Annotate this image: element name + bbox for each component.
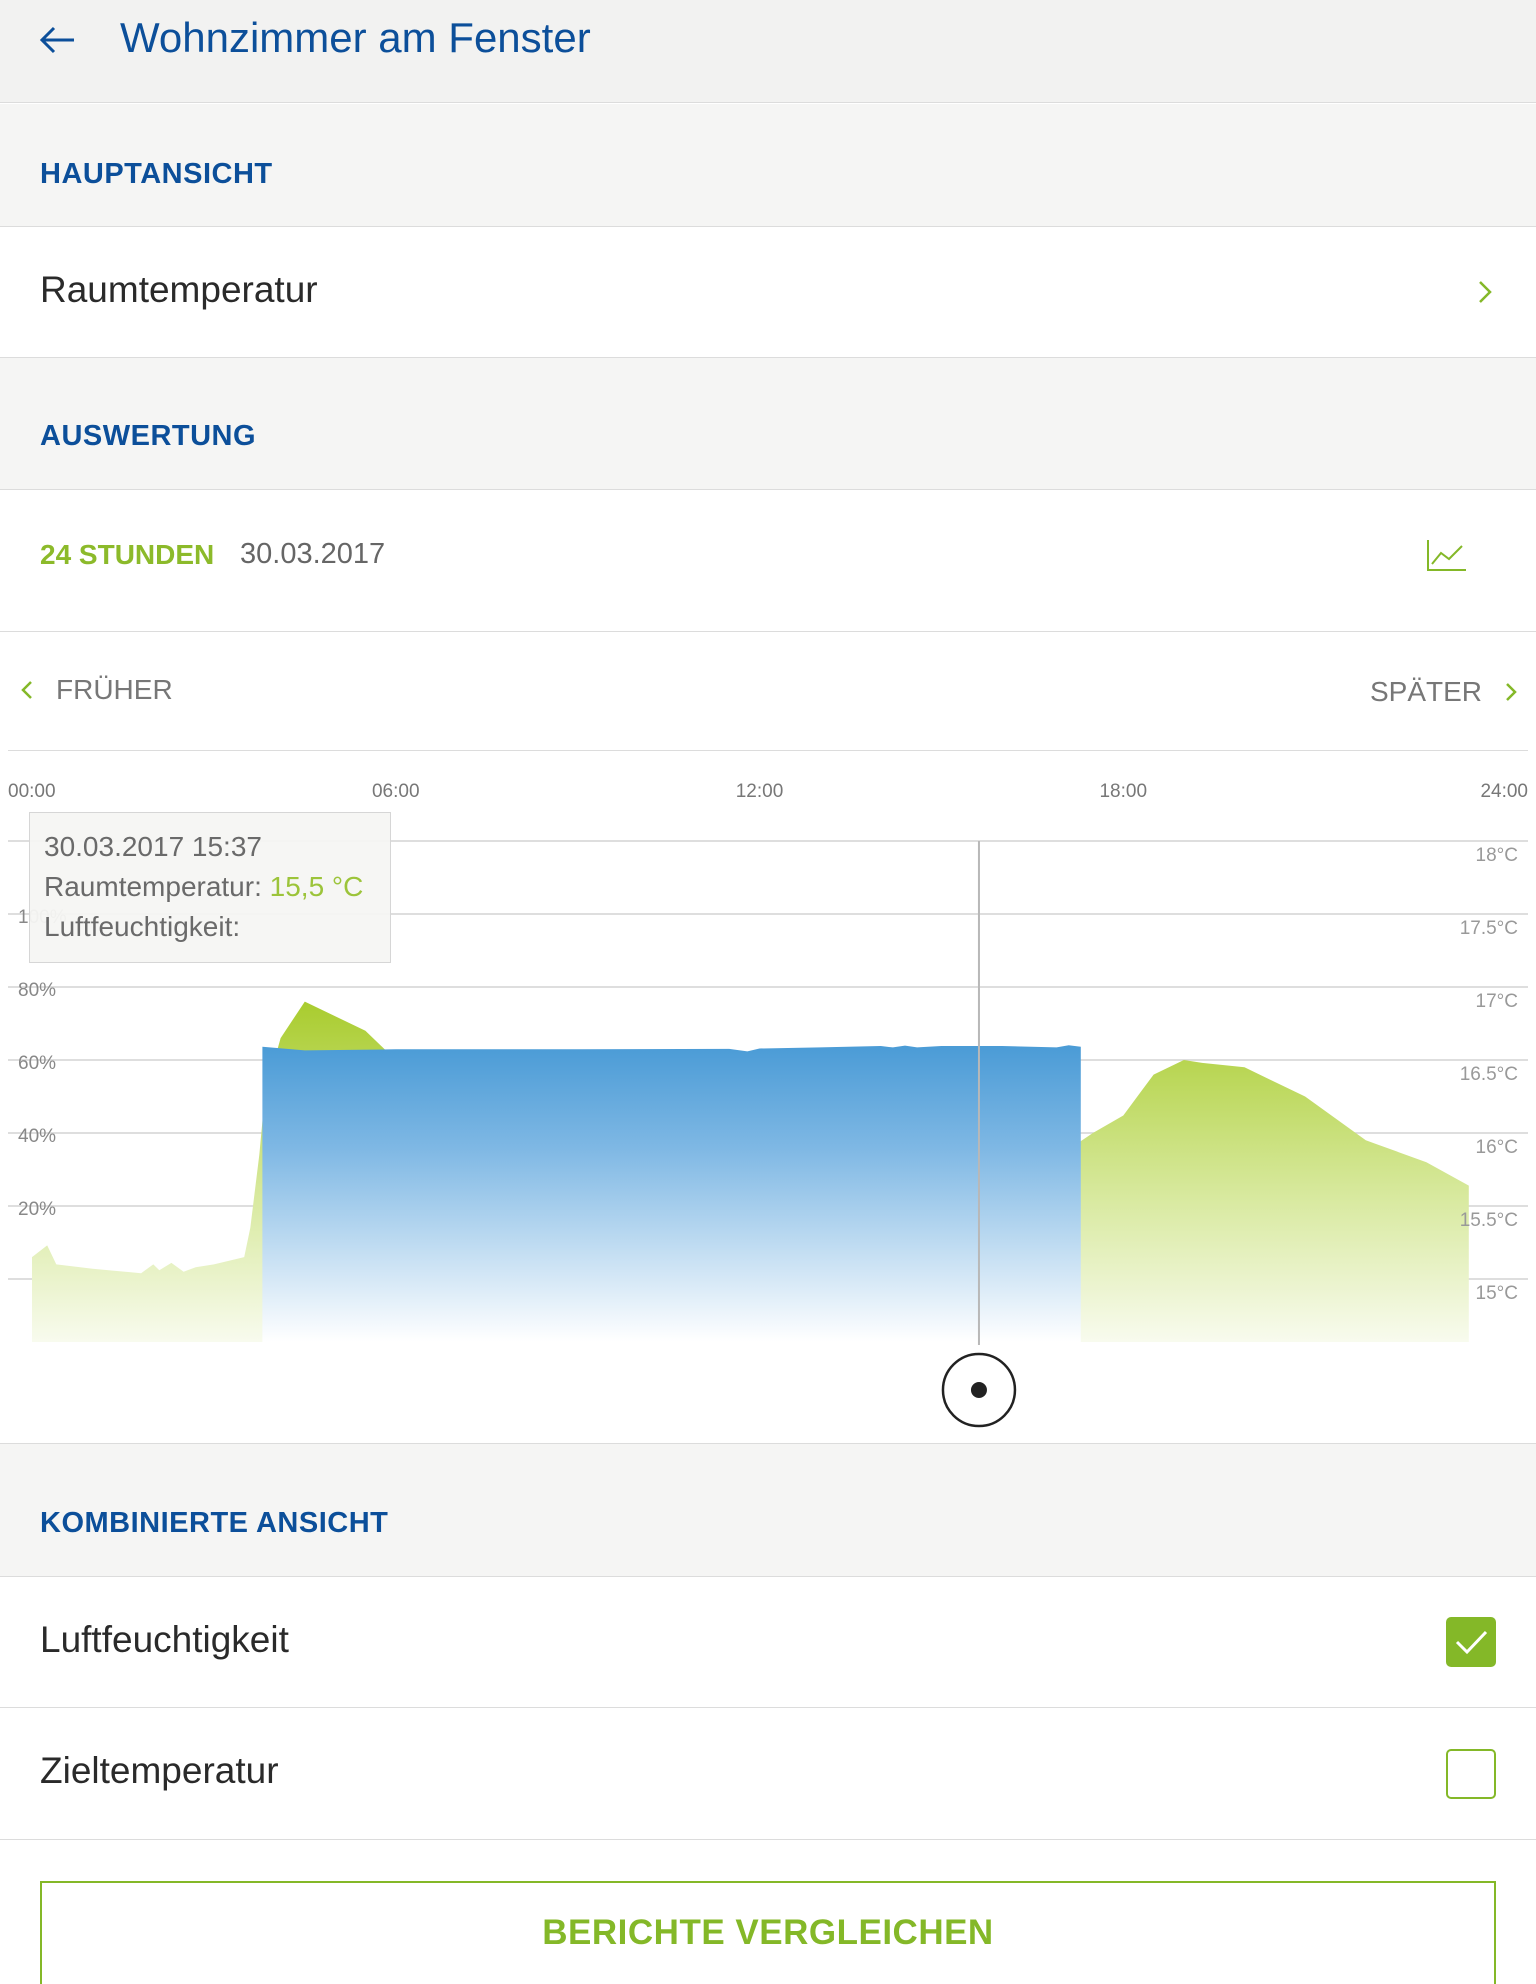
metric-label: Raumtemperatur (40, 269, 318, 310)
app-header: Wohnzimmer am Fenster (0, 0, 1536, 103)
chevron-right-icon (1506, 683, 1517, 701)
tooltip-humidity-label: Luftfeuchtigkeit: (44, 911, 241, 942)
tooltip-temperature-label: Raumtemperatur: (44, 871, 262, 902)
page-title: Wohnzimmer am Fenster (120, 14, 591, 61)
tooltip-timestamp: 30.03.2017 15:37 (44, 831, 262, 862)
section-combined-view: KOMBINIERTE ANSICHT (0, 1443, 1536, 1577)
later-label: SPÄTER (1369, 676, 1482, 707)
section-label-combined-view: KOMBINIERTE ANSICHT (40, 1507, 389, 1539)
tooltip-temperature-value: 15,5 °C (269, 871, 364, 902)
y-right-tick-label: 15.5°C (1460, 1210, 1518, 1231)
target-temp-checkbox[interactable] (1446, 1749, 1496, 1799)
tooltip-temperature-row: Raumtemperatur: 15,5 °C (44, 867, 390, 907)
y-left-tick-label: 80% (18, 980, 56, 1001)
y-right-tick-label: 17°C (1476, 991, 1518, 1012)
y-right-tick-label: 16.5°C (1460, 1064, 1518, 1085)
time-range-selector[interactable]: 24 STUNDEN (40, 539, 214, 571)
later-button[interactable]: SPÄTER (1370, 672, 1522, 712)
x-tick-label: 00:00 (8, 781, 56, 802)
y-left-tick-label: 40% (18, 1126, 56, 1147)
y-left-tick-label: 20% (18, 1199, 56, 1220)
y-right-tick-label: 18°C (1476, 845, 1518, 866)
section-label-main-view: HAUPTANSICHT (40, 158, 273, 190)
section-main-view: HAUPTANSICHT (0, 104, 1536, 227)
x-tick-label: 18:00 (1099, 781, 1147, 802)
x-tick-label: 06:00 (372, 781, 420, 802)
x-tick-label: 24:00 (1480, 781, 1528, 802)
time-range-row (0, 490, 1536, 632)
checkmark-icon (1455, 1630, 1488, 1655)
option-row-humidity: Luftfeuchtigkeit (0, 1577, 1536, 1708)
scrub-handle-dot (970, 1382, 987, 1398)
divider (8, 750, 1528, 751)
option-label-humidity: Luftfeuchtigkeit (40, 1619, 289, 1660)
section-label-evaluation: AUSWERTUNG (40, 420, 257, 452)
compare-reports-button[interactable]: BERICHTE VERGLEICHEN (40, 1881, 1496, 1984)
earlier-label: FRÜHER (56, 674, 173, 705)
chevron-left-icon (21, 681, 32, 699)
arrow-left-icon[interactable] (36, 20, 80, 60)
date-label: 30.03.2017 (240, 538, 386, 570)
option-row-target-temp: Zieltemperatur (0, 1708, 1536, 1840)
chevron-right-icon (1479, 281, 1492, 303)
humidity-area (262, 1045, 1081, 1342)
metric-selector-row[interactable]: Raumtemperatur (0, 227, 1536, 358)
chart-tooltip: 30.03.2017 15:37 Raumtemperatur: 15,5 °C… (29, 812, 391, 963)
earlier-button[interactable]: FRÜHER (16, 670, 173, 710)
humidity-checkbox[interactable] (1446, 1617, 1496, 1667)
y-right-tick-label: 17.5°C (1460, 918, 1518, 939)
option-label-target-temp: Zieltemperatur (40, 1750, 279, 1791)
line-chart-icon[interactable] (1424, 538, 1468, 574)
y-right-tick-label: 16°C (1476, 1137, 1518, 1158)
y-right-tick-label: 15°C (1476, 1283, 1518, 1304)
section-evaluation: AUSWERTUNG (0, 358, 1536, 490)
x-tick-label: 12:00 (736, 781, 784, 802)
y-left-tick-label: 60% (18, 1053, 56, 1074)
